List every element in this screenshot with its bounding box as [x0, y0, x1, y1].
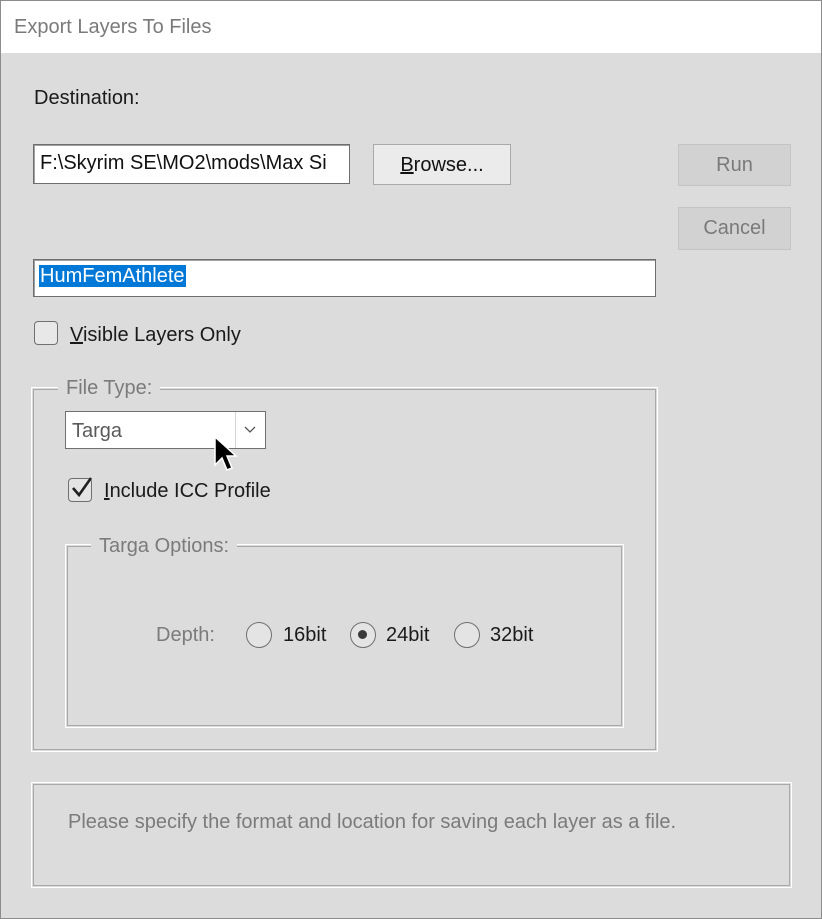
run-button[interactable]: Run — [678, 144, 791, 186]
run-label: Run — [716, 154, 753, 176]
browse-label: rowse... — [413, 154, 484, 176]
cancel-button[interactable]: Cancel — [678, 207, 791, 250]
visible-layers-accelerator: V — [70, 324, 83, 346]
depth-24bit-radio[interactable] — [350, 622, 376, 648]
destination-path-field[interactable]: F:\Skyrim SE\MO2\mods\Max Si — [33, 144, 350, 184]
mouse-cursor-icon — [214, 435, 238, 471]
include-icc-label-text: nclude ICC Profile — [109, 480, 271, 502]
depth-32bit-radio[interactable] — [454, 622, 480, 648]
destination-path-value: F:\Skyrim SE\MO2\mods\Max Si — [40, 152, 327, 174]
visible-layers-label-text: isible Layers Only — [82, 324, 241, 346]
visible-layers-only-checkbox[interactable] — [34, 321, 58, 345]
file-prefix-selected-text: HumFemAthlete — [39, 265, 186, 287]
file-prefix-field[interactable]: HumFemAthlete — [33, 259, 656, 297]
depth-16bit-radio[interactable] — [246, 622, 272, 648]
depth-32bit-label[interactable]: 32bit — [490, 624, 533, 647]
depth-24bit-label[interactable]: 24bit — [386, 624, 429, 647]
export-layers-dialog: Export Layers To Files Destination: F:\S… — [0, 0, 822, 919]
radio-selected-dot — [358, 630, 367, 639]
visible-layers-only-label[interactable]: Visible Layers Only — [70, 324, 241, 347]
targa-options-group-label: Targa Options: — [91, 535, 238, 558]
window-title: Export Layers To Files — [14, 16, 212, 38]
targa-options-group — [65, 544, 624, 728]
cancel-label: Cancel — [703, 217, 766, 239]
chevron-down-icon — [244, 426, 256, 433]
depth-16bit-label[interactable]: 16bit — [283, 624, 326, 647]
title-bar[interactable]: Export Layers To Files — [1, 1, 821, 53]
depth-label: Depth: — [156, 624, 215, 646]
include-icc-profile-label[interactable]: Include ICC Profile — [104, 480, 271, 503]
file-type-group-label: File Type: — [58, 377, 161, 400]
status-message: Please specify the format and location f… — [68, 811, 677, 833]
browse-button[interactable]: Browse... — [373, 144, 511, 185]
checkmark-icon — [72, 477, 93, 498]
status-message-box: Please specify the format and location f… — [31, 782, 792, 888]
destination-label: Destination: — [34, 87, 140, 109]
browse-accelerator: B — [400, 154, 414, 176]
file-type-selected-value: Targa — [72, 420, 123, 442]
include-icc-profile-checkbox[interactable] — [68, 477, 93, 502]
